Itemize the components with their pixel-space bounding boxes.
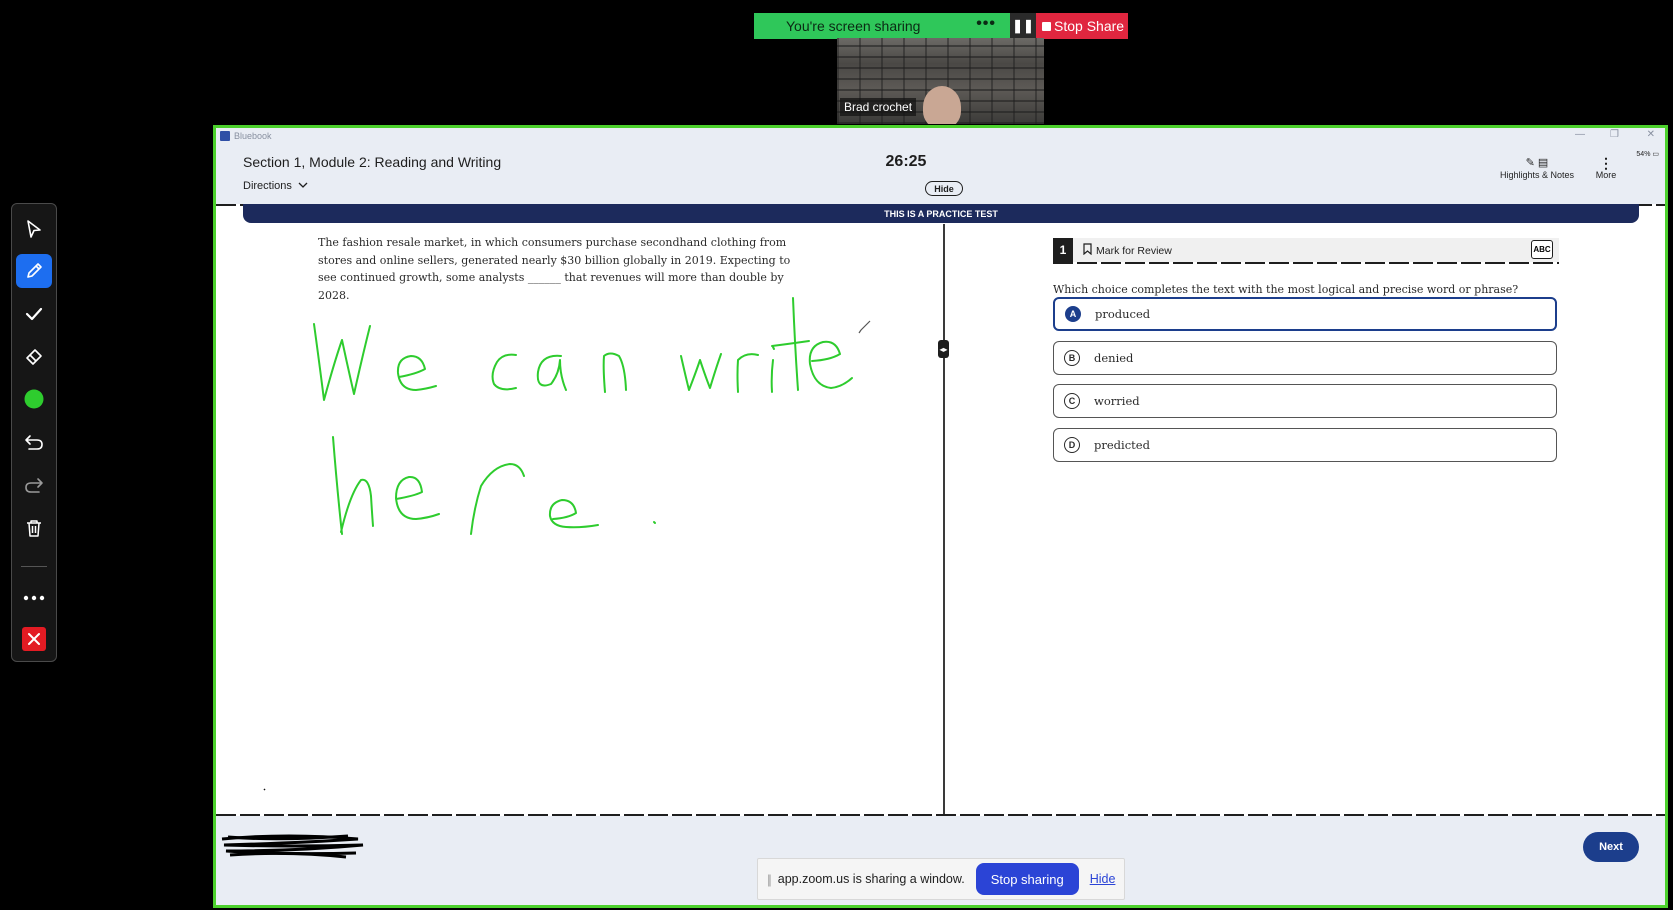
question-header: 1 Mark for Review ABC xyxy=(1053,238,1559,262)
redacted-name-scribble xyxy=(221,834,364,859)
mark-for-review-button[interactable]: Mark for Review xyxy=(1083,243,1172,258)
kebab-icon: ⋮ xyxy=(1599,155,1613,171)
battery-icon: ▭ xyxy=(1652,151,1659,158)
desktop: You're screen sharing ••• ❚❚ Stop Share … xyxy=(0,0,1673,910)
annotation-toolbar xyxy=(11,203,57,662)
choice-text: worried xyxy=(1094,394,1140,408)
zoom-share-bar: You're screen sharing ••• ❚❚ Stop Share xyxy=(754,13,1128,39)
sharing-status-text: You're screen sharing xyxy=(786,18,921,34)
more-menu-button[interactable]: ⋮ More xyxy=(1588,156,1624,180)
answer-eliminator-button[interactable]: ABC xyxy=(1531,240,1553,259)
battery-text: 54% xyxy=(1636,151,1651,158)
restore-icon[interactable]: ❐ xyxy=(1610,129,1619,140)
bluebook-window: Bluebook — ❐ ✕ Section 1, Module 2: Read… xyxy=(213,125,1668,908)
notice-text: app.zoom.us is sharing a window. xyxy=(777,872,965,886)
participant-video[interactable]: Brad crochet xyxy=(837,38,1044,124)
question-number: 1 xyxy=(1053,238,1073,262)
more-label: More xyxy=(1595,170,1617,180)
choice-letter: B xyxy=(1064,350,1080,366)
close-icon[interactable] xyxy=(16,622,52,656)
stop-sharing-button[interactable]: Stop sharing xyxy=(975,863,1079,895)
toolbar-divider xyxy=(21,566,47,567)
stamp-check-icon[interactable] xyxy=(16,297,52,331)
question-text: Which choice completes the text with the… xyxy=(1053,283,1519,296)
more-icon[interactable] xyxy=(16,581,52,615)
choice-b[interactable]: B denied xyxy=(1053,341,1557,375)
choice-text: produced xyxy=(1095,307,1151,321)
pause-icon: ❚❚ xyxy=(1012,18,1034,33)
highlights-notes-button[interactable]: ✎ ▤ Highlights & Notes xyxy=(1492,156,1582,180)
stop-share-button[interactable]: Stop Share xyxy=(1036,13,1128,39)
choice-text: denied xyxy=(1094,351,1134,365)
window-close-icon[interactable]: ✕ xyxy=(1647,129,1655,140)
bookmark-icon xyxy=(1083,243,1092,258)
highlighter-note-icon: ✎ ▤ xyxy=(1525,157,1549,169)
resize-handle-icon[interactable]: ◂▸ xyxy=(938,340,949,358)
hide-notice-link[interactable]: Hide xyxy=(1090,872,1116,886)
choice-text: predicted xyxy=(1094,438,1150,452)
pen-icon[interactable] xyxy=(16,254,52,288)
zoom-sharing-notice: || app.zoom.us is sharing a window. Stop… xyxy=(757,858,1125,900)
annotation-ink-drawing xyxy=(263,297,871,791)
stop-icon xyxy=(1042,21,1051,31)
choice-d[interactable]: D predicted xyxy=(1053,428,1557,462)
pane-divider[interactable] xyxy=(943,224,945,814)
redo-icon[interactable] xyxy=(16,468,52,502)
battery-indicator: 54% ▭ xyxy=(1636,150,1659,158)
undo-icon[interactable] xyxy=(16,425,52,459)
next-button[interactable]: Next xyxy=(1583,832,1639,862)
stop-share-label: Stop Share xyxy=(1054,18,1125,34)
choice-c[interactable]: C worried xyxy=(1053,384,1557,418)
more-options-icon[interactable]: ••• xyxy=(976,15,996,33)
minimize-icon[interactable]: — xyxy=(1575,129,1585,140)
participant-face xyxy=(923,86,961,124)
trash-icon[interactable] xyxy=(16,511,52,545)
choice-letter: A xyxy=(1065,306,1081,322)
pause-share-button[interactable]: ❚❚ xyxy=(1010,13,1036,39)
drag-handle-icon[interactable]: || xyxy=(767,872,772,887)
choice-letter: C xyxy=(1064,393,1080,409)
mark-for-review-label: Mark for Review xyxy=(1096,244,1172,257)
sharing-status-pill[interactable]: You're screen sharing ••• xyxy=(754,13,1010,39)
question-dashed-rule xyxy=(1053,262,1559,264)
color-dot-icon[interactable] xyxy=(16,382,52,416)
choice-letter: D xyxy=(1064,437,1080,453)
pen-cursor-icon xyxy=(858,320,871,334)
highlights-label: Highlights & Notes xyxy=(1499,170,1575,180)
eraser-icon[interactable] xyxy=(16,339,52,373)
choice-a[interactable]: A produced xyxy=(1053,297,1557,331)
select-arrow-icon[interactable] xyxy=(16,212,52,246)
participant-name: Brad crochet xyxy=(840,98,917,116)
